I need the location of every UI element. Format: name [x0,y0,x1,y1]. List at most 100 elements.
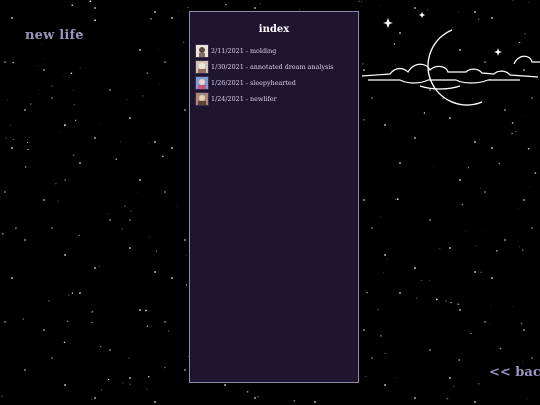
star-dot [416,297,418,300]
star-dot [89,0,92,3]
star-dot [457,303,459,305]
star-dot [465,230,467,232]
entry-thumbnail[interactable] [195,43,209,58]
star-dot [70,72,73,75]
star-dot [101,389,103,391]
star-dot [27,148,29,151]
sparkle-star-icon [383,12,502,56]
star-dot [534,172,537,174]
entry-link[interactable]: 1/24/2021 - newlifer [211,95,277,103]
star-dot [479,139,481,140]
star-dot [72,154,75,157]
star-dot [2,233,4,235]
star-dot [94,19,97,22]
star-dot [479,187,481,189]
star-dot [91,321,93,324]
star-dot [439,248,441,250]
entry-link[interactable]: 2/11/2021 - molding [211,47,276,55]
cloud-line-art [361,55,540,90]
star-dot [100,345,102,348]
star-dot [128,357,130,359]
star-dot [527,147,530,150]
star-dot [380,216,381,218]
star-dot [67,294,70,296]
star-dot [91,311,94,313]
list-item[interactable]: 1/24/2021 - newlifer [195,91,358,106]
entry-link[interactable]: 1/30/2021 - annotated dream analysis [211,63,334,71]
entry-thumbnail[interactable] [195,59,209,74]
star-dot [148,376,150,378]
star-dot [98,265,100,267]
star-dot [78,234,80,237]
star-dot [91,398,93,400]
star-dot [164,366,166,369]
star-dot [453,385,455,387]
star-dot [120,141,121,143]
star-dot [148,142,150,144]
star-dot [178,10,179,12]
star-dot [353,2,354,4]
star-dot [60,132,62,134]
star-dot [257,395,259,398]
star-dot [518,246,520,248]
star-dot [461,203,464,206]
star-dot [43,57,45,59]
star-dot [12,138,15,141]
star-dot [482,229,484,231]
star-dot [15,227,17,230]
star-dot [225,4,227,6]
index-panel: index 2/11/2021 - molding 1/30/2021 - an… [189,11,359,383]
star-dot [41,356,43,358]
entry-list: 2/11/2021 - molding 1/30/2021 - annotate… [190,43,358,106]
list-item[interactable]: 1/30/2021 - annotated dream analysis [195,59,358,74]
star-dot [528,1,530,3]
star-dot [12,61,14,64]
star-dot [260,3,261,5]
star-dot [511,132,513,135]
star-dot [159,82,160,84]
list-item[interactable]: 2/11/2021 - molding [195,43,358,58]
star-dot [48,300,50,302]
star-dot [79,67,81,69]
star-dot [66,320,69,323]
entry-thumbnail[interactable] [195,75,209,90]
star-dot [182,41,185,44]
star-dot [145,309,147,312]
star-dot [71,292,74,294]
star-dot [366,291,368,294]
star-dot [380,5,381,7]
star-dot [40,44,42,45]
star-dot [480,271,482,273]
star-dot [490,304,492,306]
star-dot [496,250,498,252]
star-dot [9,124,12,127]
star-dot [5,137,8,139]
star-dot [64,125,66,127]
star-dot [383,272,384,274]
star-dot [63,76,65,78]
star-dot [168,330,170,332]
star-dot [377,309,379,311]
star-dot [489,324,490,325]
star-dot [512,305,514,307]
star-dot [527,397,529,399]
star-dot [30,103,32,105]
entry-link[interactable]: 1/26/2021 - sleepyhearted [211,79,296,87]
star-dot [100,122,101,124]
star-dot [90,14,92,16]
star-dot [122,382,124,384]
back-link[interactable]: << back [489,365,540,380]
index-heading: index [258,24,290,35]
star-dot [445,300,447,302]
star-dot [446,397,449,400]
star-dot [499,347,502,350]
star-dot [22,317,25,320]
star-dot [83,241,85,243]
star-dot [38,89,39,91]
star-dot [520,322,523,325]
star-dot [448,243,449,244]
star-dot [55,182,57,185]
list-item[interactable]: 1/26/2021 - sleepyhearted [195,75,358,90]
entry-thumbnail[interactable] [195,91,209,106]
star-dot [517,208,519,209]
